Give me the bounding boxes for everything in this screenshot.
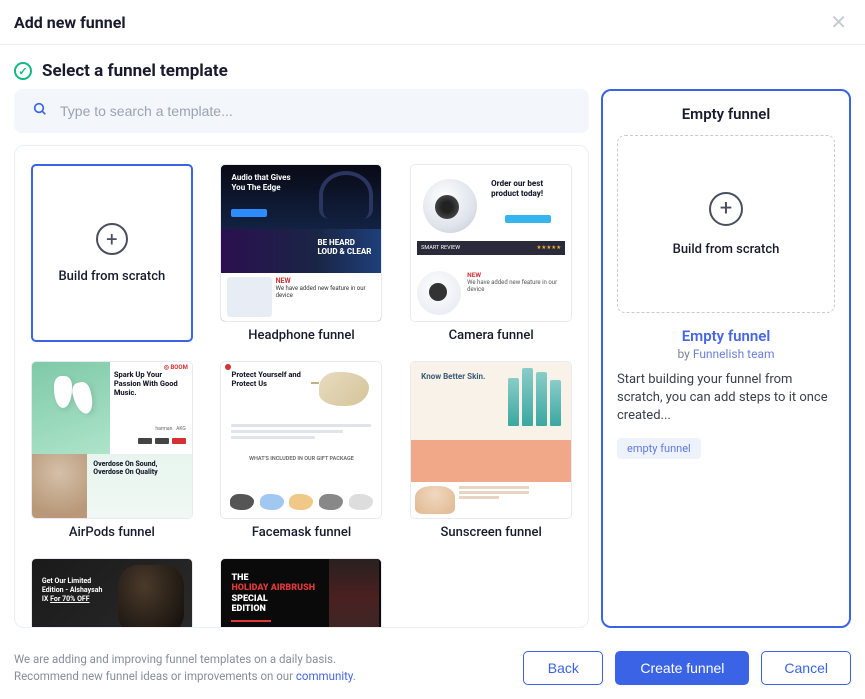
- plus-circle-icon: +: [709, 192, 743, 226]
- footer-help-text: We are adding and improving funnel templ…: [14, 651, 356, 686]
- check-circle-icon: ✓: [14, 62, 32, 80]
- preview-funnel-name: Empty funnel: [617, 327, 835, 345]
- template-card-camera[interactable]: Order our best product today! SMART REVI…: [406, 164, 576, 343]
- community-link[interactable]: community: [296, 669, 353, 683]
- preview-title: Empty funnel: [617, 105, 835, 123]
- preview-thumbnail: + Build from scratch: [617, 135, 835, 313]
- template-card-darkoffer[interactable]: Get Our LimitedEdition - AlshaysahIX For…: [27, 558, 197, 628]
- preview-description: Start building your funnel from scratch,…: [617, 371, 835, 426]
- template-label: Camera funnel: [449, 328, 534, 343]
- create-funnel-button[interactable]: Create funnel: [615, 651, 749, 685]
- preview-panel: Empty funnel + Build from scratch Empty …: [601, 89, 851, 628]
- template-label: Facemask funnel: [252, 525, 351, 540]
- search-container[interactable]: [14, 89, 589, 133]
- plus-circle-icon: +: [96, 223, 128, 255]
- back-button[interactable]: Back: [523, 651, 603, 685]
- search-input[interactable]: [60, 103, 571, 119]
- template-label: Build from scratch: [58, 269, 165, 284]
- template-label: Headphone funnel: [248, 328, 354, 343]
- preview-author: by Funnelish team: [617, 347, 835, 361]
- template-label: Sunscreen funnel: [441, 525, 542, 540]
- template-card-airbrush[interactable]: THEHOLIDAY AIRBRUSHSPECIALEDITION: [217, 558, 387, 628]
- template-grid[interactable]: + Build from scratch Audio that GivesYou…: [14, 145, 589, 628]
- template-card-facemask[interactable]: Protect Yourself and Protect Us WHAT'S I…: [217, 361, 387, 540]
- preview-scratch-label: Build from scratch: [673, 242, 780, 257]
- template-label: AirPods funnel: [69, 525, 155, 540]
- cancel-button[interactable]: Cancel: [761, 651, 851, 685]
- step-title: Select a funnel template: [42, 61, 228, 81]
- template-card-airpods[interactable]: ◎ BOOM Spark Up Your Passion With Good M…: [27, 361, 197, 540]
- modal-title: Add new funnel: [14, 13, 126, 32]
- search-icon: [32, 101, 48, 121]
- preview-tag: empty funnel: [617, 438, 701, 459]
- close-icon[interactable]: ✕: [826, 10, 851, 34]
- template-card-headphone[interactable]: Audio that GivesYou The Edge BE HEARD LO…: [217, 164, 387, 343]
- template-card-scratch[interactable]: + Build from scratch: [27, 164, 197, 343]
- template-card-sunscreen[interactable]: Know Better Skin. Sunscreen funnel: [406, 361, 576, 540]
